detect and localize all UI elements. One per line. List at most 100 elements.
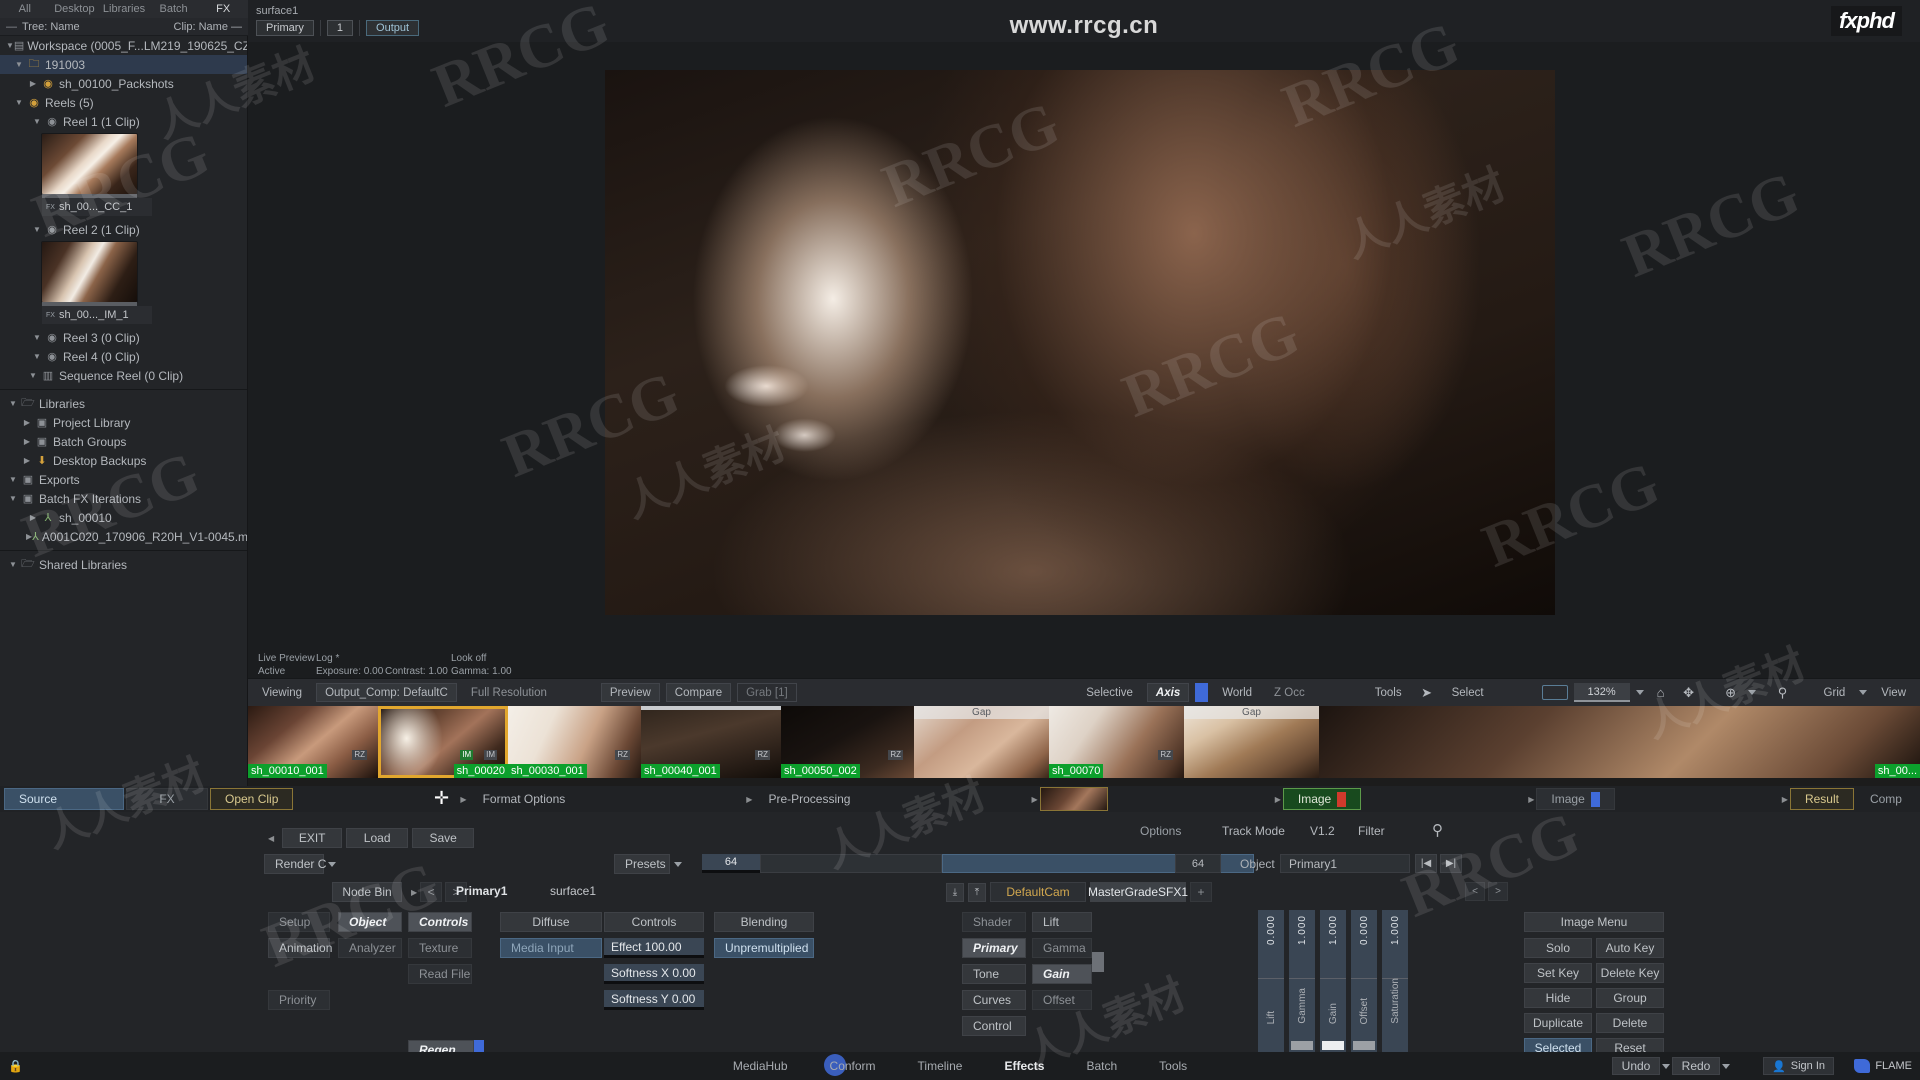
- clip-label-reel1[interactable]: FX sh_00..._CC_1: [42, 198, 152, 216]
- tab-conform[interactable]: Conform: [830, 1059, 876, 1073]
- exit-button[interactable]: EXIT: [282, 828, 343, 848]
- image-menu-button[interactable]: Image Menu: [1524, 912, 1664, 932]
- node-bin-button[interactable]: Node Bin: [332, 882, 402, 902]
- filmstrip-clip[interactable]: RZ sh_00050_002: [781, 706, 914, 778]
- select-button[interactable]: Select: [1444, 683, 1492, 702]
- tree-item-libraries[interactable]: ▼ 🗁 Libraries: [0, 394, 247, 413]
- format-options-node[interactable]: Format Options: [469, 788, 580, 810]
- resolution-selector[interactable]: Full Resolution: [463, 683, 555, 702]
- timeline-track[interactable]: [760, 854, 942, 873]
- image-node-red[interactable]: Image: [1282, 788, 1362, 810]
- selective-button[interactable]: Selective: [1078, 683, 1141, 702]
- chevron-right-icon[interactable]: ▶: [740, 795, 752, 804]
- load-button[interactable]: Load: [346, 828, 409, 848]
- filmstrip-clip[interactable]: sh_00...: [1319, 706, 1920, 778]
- tab-tools[interactable]: Tools: [1159, 1059, 1187, 1073]
- undo-redo-group[interactable]: Undo Redo: [1612, 1057, 1730, 1075]
- tree-item-workspace[interactable]: ▼ ▤ Workspace (0005_F...LM219_190625_CZ): [0, 36, 247, 55]
- axis-button[interactable]: Axis: [1146, 683, 1190, 702]
- twisty-right-icon[interactable]: ▶: [26, 79, 40, 88]
- control-panel[interactable]: ◀ EXIT Load Save Render C Presets 64 64 …: [0, 812, 1920, 1060]
- filmstrip-clip[interactable]: RZ sh_00040_001: [641, 706, 781, 778]
- tree-item-batch-groups[interactable]: ▶ ▣ Batch Groups: [0, 432, 247, 451]
- clip-thumbnail-reel1[interactable]: [42, 134, 137, 194]
- tree-item-191003[interactable]: ▼ 🗀 191003: [0, 55, 247, 74]
- unpremultiplied-button[interactable]: Unpremultiplied: [714, 938, 814, 958]
- viewer-panel[interactable]: Output_Comp: DefaultCam LogC (v3-EI800) …: [248, 42, 1920, 702]
- tab-effects[interactable]: Effects: [1004, 1059, 1044, 1073]
- tree-item-project-library[interactable]: ▶ ▣ Project Library: [0, 413, 247, 432]
- chevron-down-icon[interactable]: [1635, 690, 1644, 695]
- fit-icon[interactable]: ✥: [1678, 683, 1700, 702]
- tree-item-sh00010[interactable]: ▶ ⅄ sh_00010: [0, 508, 247, 527]
- texture-button[interactable]: Texture: [408, 938, 472, 958]
- image-node-blue[interactable]: Image: [1536, 788, 1615, 810]
- filmstrip-clip-gap[interactable]: Gap: [914, 706, 1049, 778]
- zocc-button[interactable]: Z Occ: [1266, 683, 1313, 702]
- tab-batch[interactable]: Batch: [1086, 1059, 1117, 1073]
- tab-mediahub[interactable]: MediaHub: [733, 1059, 788, 1073]
- index-button[interactable]: 1: [326, 20, 354, 36]
- chevron-right-icon[interactable]: ▶: [1522, 795, 1534, 804]
- timeline-frame-field[interactable]: 64: [1175, 854, 1221, 873]
- viewer-image[interactable]: [605, 70, 1555, 615]
- chevron-right-icon[interactable]: ▶: [454, 795, 466, 804]
- pre-processing-node[interactable]: Pre-Processing: [754, 788, 864, 810]
- grade-next-button[interactable]: >: [1488, 882, 1508, 901]
- tab-fx[interactable]: FX: [198, 3, 248, 15]
- offset-channel[interactable]: 0.000 Offset: [1351, 910, 1377, 1052]
- filmstrip-clip[interactable]: RZ sh_00010_001: [248, 706, 378, 778]
- tab-all[interactable]: All: [0, 3, 50, 15]
- tree-item-reels[interactable]: ▼ ◉ Reels (5): [0, 93, 247, 112]
- camera-tab[interactable]: DefaultCam: [990, 882, 1086, 902]
- filmstrip-clip[interactable]: RZ sh_00030_001: [508, 706, 641, 778]
- twisty-down-icon[interactable]: ▼: [6, 560, 20, 569]
- group-button[interactable]: Group: [1596, 988, 1664, 1008]
- twisty-down-icon[interactable]: ▼: [6, 475, 20, 484]
- offset-handle[interactable]: [1353, 1041, 1375, 1050]
- chevron-down-icon[interactable]: [1722, 1063, 1730, 1069]
- lock-icon[interactable]: 🔒: [8, 1059, 23, 1073]
- gamma-button[interactable]: Gamma: [1032, 938, 1092, 958]
- tone-button[interactable]: Tone: [962, 964, 1026, 984]
- object-tab-button[interactable]: Object: [338, 912, 402, 932]
- chevron-down-icon[interactable]: [674, 861, 682, 867]
- read-file-button[interactable]: Read File: [408, 964, 472, 984]
- primary-tab-button[interactable]: Primary: [962, 938, 1026, 958]
- gain-button[interactable]: Gain: [1032, 964, 1092, 984]
- media-input-button[interactable]: Media Input: [500, 938, 602, 958]
- chevron-right-icon[interactable]: ▶: [1269, 795, 1281, 804]
- twisty-down-icon[interactable]: ▼: [30, 352, 44, 361]
- tab-timeline[interactable]: Timeline: [918, 1059, 963, 1073]
- presets-button[interactable]: Presets: [614, 854, 670, 874]
- tree-item-desktop-backups[interactable]: ▶ ⬇ Desktop Backups: [0, 451, 247, 470]
- output-comp-selector[interactable]: Output_Comp: DefaultC: [316, 683, 457, 702]
- tree-item-shared-libraries[interactable]: ▼ 🗁 Shared Libraries: [0, 555, 247, 574]
- twisty-right-icon[interactable]: ▶: [20, 418, 34, 427]
- twisty-down-icon[interactable]: ▼: [12, 98, 26, 107]
- tab-batch[interactable]: Batch: [149, 3, 199, 15]
- top-tab-bar[interactable]: All Desktop Libraries Batch FX: [0, 0, 248, 18]
- result-node[interactable]: Result: [1789, 788, 1854, 810]
- tree-item-reel-3[interactable]: ▼ ◉ Reel 3 (0 Clip): [0, 328, 247, 347]
- gamma-channel[interactable]: 1.000 Gamma: [1289, 910, 1315, 1052]
- offset-button[interactable]: Offset: [1032, 990, 1092, 1010]
- collapse-all-icon[interactable]: —: [6, 21, 17, 33]
- version-label[interactable]: V1.2: [1310, 824, 1335, 838]
- saturation-channel[interactable]: 1.000 Saturation: [1382, 910, 1408, 1052]
- tree-item-a001c020[interactable]: ▶ ⅄ A001C020_170906_R20H_V1-0045.mxf: [0, 527, 247, 546]
- open-clip-node[interactable]: Open Clip: [210, 788, 294, 810]
- filmstrip[interactable]: RZ sh_00010_001 IM IM sh_00020 RZ sh_000…: [248, 706, 1920, 778]
- tree-item-reel-1[interactable]: ▼ ◉ Reel 1 (1 Clip): [0, 112, 247, 131]
- chevron-down-icon[interactable]: [1859, 690, 1868, 695]
- twisty-right-icon[interactable]: ▶: [26, 513, 40, 522]
- redo-button[interactable]: Redo: [1672, 1057, 1720, 1075]
- control-button[interactable]: Control: [962, 1016, 1026, 1036]
- gain-handle[interactable]: [1322, 1041, 1344, 1050]
- prev-node-button[interactable]: <: [420, 882, 443, 902]
- world-button[interactable]: World: [1214, 683, 1260, 702]
- tree-item-sequence-reel[interactable]: ▼ ▥ Sequence Reel (0 Clip): [0, 366, 247, 385]
- filmstrip-clip-selected[interactable]: IM IM sh_00020: [378, 706, 508, 778]
- twisty-right-icon[interactable]: ▶: [20, 456, 34, 465]
- fx-button[interactable]: FX: [126, 788, 208, 810]
